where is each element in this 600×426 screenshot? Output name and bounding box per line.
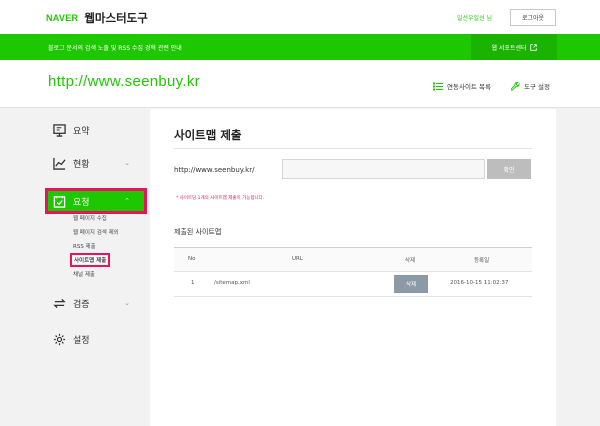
site-url[interactable]: http://www.seenbuy.kr: [48, 73, 200, 90]
main-panel: 사이트맵 제출 http://www.seenbuy.kr/ 확인 * 사이트당…: [150, 109, 556, 426]
app-title: 웹마스터도구: [84, 11, 148, 25]
url-prefix: http://www.seenbuy.kr/: [174, 166, 255, 174]
sub-item-page-crawl[interactable]: 웹 페이지 수집: [73, 214, 107, 222]
hint-text: * 사이트당 1개의 사이트맵 제출이 가능합니다.: [176, 196, 265, 201]
sidebar-item-verify[interactable]: 검증 ⌄: [48, 293, 144, 313]
naver-logo: NAVER: [46, 13, 79, 23]
sub-item-channel-submit[interactable]: 채널 제출: [73, 270, 95, 278]
sidebar-item-request[interactable]: 요청 ⌃: [45, 188, 147, 214]
tool-settings-link[interactable]: 도구 설정: [511, 81, 550, 91]
header-date: 등록일: [474, 258, 490, 264]
user-name[interactable]: 일선우일선 님: [457, 13, 492, 22]
sidebar-item-summary[interactable]: 요약: [48, 120, 144, 140]
logout-button[interactable]: 로그아웃: [510, 9, 556, 26]
support-center-button[interactable]: 웹 서포트센터: [471, 34, 557, 60]
section-title: 제출된 사이트맵: [174, 228, 222, 236]
sidebar-item-label: 현황: [73, 159, 90, 170]
header-no: No: [188, 256, 196, 262]
site-bar: http://www.seenbuy.kr 연동사이트 목록 도구 설정: [0, 60, 600, 108]
sub-item-rss-submit[interactable]: RSS 제출: [73, 242, 96, 250]
sidebar-item-label: 요약: [73, 126, 90, 137]
support-center-label: 웹 서포트센터: [491, 44, 527, 52]
top-header: NAVER 웹마스터도구 일선우일선 님 로그아웃: [0, 0, 600, 34]
table-row: 1 /sitemap.xml 삭제 2016-10-15 11:02:37: [174, 272, 532, 297]
header-delete: 삭제: [405, 258, 416, 264]
row-date: 2016-10-15 11:02:37: [450, 280, 509, 286]
confirm-button[interactable]: 확인: [487, 159, 531, 179]
sitemap-table: No URL 삭제 등록일 1 /sitemap.xml 삭제 2016-10-…: [174, 247, 532, 297]
chart-icon: [52, 156, 66, 170]
request-icon: [52, 194, 66, 208]
table-header: No URL 삭제 등록일: [174, 247, 532, 272]
linked-sites-link[interactable]: 연동사이트 목록: [433, 81, 491, 91]
sub-item-sitemap-submit[interactable]: 사이트맵 제출: [69, 253, 111, 267]
sitemap-url-input[interactable]: [282, 159, 485, 179]
verify-icon: [52, 296, 66, 310]
row-no: 1: [191, 280, 195, 286]
notice-link[interactable]: 블로그 문서의 검색 노출 및 RSS 수집 경혁 관련 안내: [48, 43, 182, 52]
sidebar-item-label: 요청: [73, 197, 90, 208]
chevron-down-icon: ⌄: [124, 299, 130, 307]
gear-icon: [52, 332, 66, 346]
tool-settings-label: 도구 설정: [524, 83, 550, 91]
sidebar-item-settings[interactable]: 설정: [48, 329, 144, 349]
header-url: URL: [292, 256, 303, 262]
summary-icon: [52, 123, 66, 137]
sub-item-page-exclude[interactable]: 웹 페이지 검색 제외: [73, 228, 119, 236]
linked-sites-label: 연동사이트 목록: [447, 83, 491, 91]
external-link-icon: [529, 43, 537, 51]
title-divider: [174, 148, 532, 149]
sidebar: 요약 현황 ⌄ 요청 ⌃ 웹 페이지 수집 웹 페이지 검색 제외 RSS 제출…: [44, 108, 150, 426]
sidebar-item-label: 검증: [73, 299, 90, 310]
delete-button[interactable]: 삭제: [394, 275, 428, 293]
row-url: /sitemap.xml: [214, 280, 250, 286]
list-icon: [433, 82, 443, 90]
wrench-icon: [511, 81, 520, 91]
chevron-up-icon: ⌃: [124, 197, 130, 205]
chevron-down-icon: ⌄: [124, 159, 130, 167]
sidebar-item-status[interactable]: 현황 ⌄: [48, 153, 144, 173]
sidebar-item-label: 설정: [73, 335, 90, 346]
brand[interactable]: NAVER 웹마스터도구: [46, 10, 148, 26]
page-title: 사이트맵 제출: [174, 128, 242, 142]
